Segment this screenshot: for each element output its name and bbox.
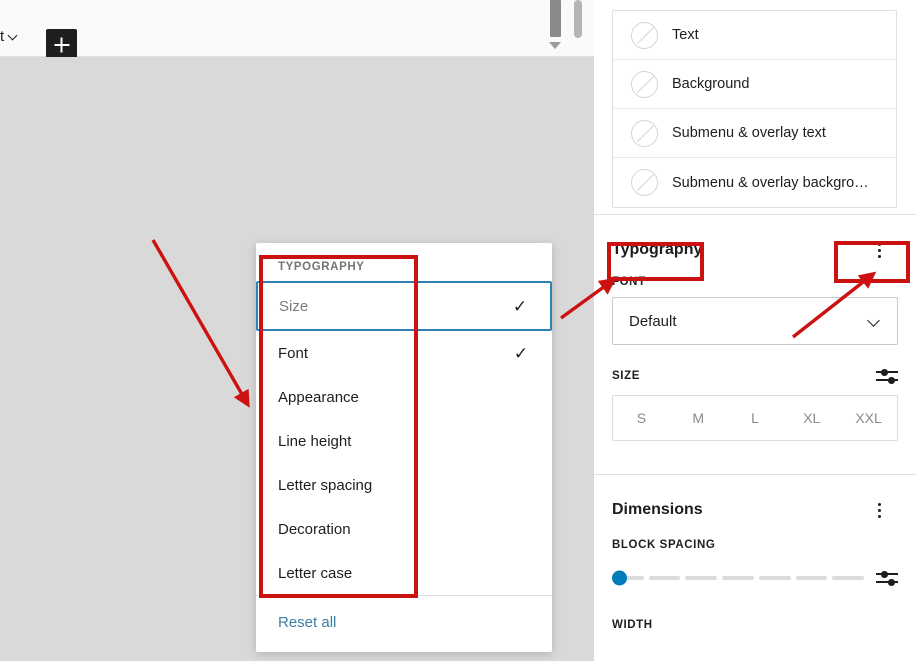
font-field-label: FONT (612, 276, 646, 288)
tool-item-label: Letter spacing (278, 476, 373, 494)
popover-heading: TYPOGRAPHY (278, 261, 365, 273)
color-row-label: Submenu & overlay text (672, 125, 826, 141)
tool-item-label: Line height (278, 432, 352, 450)
chevron-down-icon (8, 31, 19, 42)
typography-more-options-icon[interactable] (867, 237, 891, 263)
breadcrumb-label: t (0, 28, 5, 45)
empty-swatch-icon (631, 169, 658, 196)
block-spacing-label: BLOCK SPACING (612, 539, 716, 551)
breadcrumb[interactable]: t (0, 29, 19, 44)
tool-item-label: Font (278, 344, 309, 362)
font-size-option-group: S M L XL XXL (612, 395, 898, 441)
size-sliders-icon[interactable] (876, 367, 898, 385)
typography-tool-line-height[interactable]: Line height (256, 419, 552, 463)
inner-scrollbar-thumb[interactable] (550, 0, 561, 37)
check-icon: ✓ (513, 343, 529, 363)
dot (877, 514, 881, 518)
dimensions-panel: Dimensions BLOCK SPACING WIDTH (594, 475, 916, 631)
typography-tool-font[interactable]: Font ✓ (256, 331, 552, 375)
font-size-option-s[interactable]: S (613, 396, 670, 440)
dimensions-panel-header: Dimensions (594, 475, 916, 523)
typography-tool-appearance[interactable]: Appearance (256, 375, 552, 419)
tool-item-label: Size (279, 297, 309, 315)
dot (877, 502, 881, 506)
empty-swatch-icon (631, 21, 658, 49)
font-select-value: Default (629, 312, 677, 330)
block-spacing-slider[interactable] (612, 569, 865, 587)
scroll-down-arrow-icon[interactable] (549, 42, 561, 49)
bar (876, 379, 898, 382)
plus-icon (54, 43, 69, 46)
typography-tool-decoration[interactable]: Decoration (256, 507, 552, 551)
typography-tool-letter-case[interactable]: Letter case (256, 551, 552, 595)
tool-item-label: Decoration (278, 520, 351, 538)
tool-item-label: Appearance (278, 388, 359, 406)
color-row-background[interactable]: Background (613, 60, 896, 109)
check-icon: ✓ (512, 296, 528, 316)
font-select[interactable]: Default (612, 297, 898, 345)
popover-footer: Reset all (256, 595, 552, 652)
font-size-option-xxl[interactable]: XXL (840, 396, 897, 440)
slider-segment (832, 576, 865, 580)
block-spacing-row (594, 569, 916, 587)
font-size-option-xl[interactable]: XL (783, 396, 840, 440)
editor-top-toolbar: t (0, 0, 594, 60)
color-row-submenu-overlay-backgro[interactable]: Submenu & overlay backgro… (613, 158, 896, 207)
dot (877, 248, 881, 252)
size-label-row: SIZE (594, 367, 916, 385)
block-spacing-sliders-icon[interactable] (876, 569, 898, 587)
color-row-label: Text (672, 27, 699, 43)
color-row-label: Background (672, 76, 750, 92)
slider-segments (612, 576, 865, 580)
reset-all-button[interactable]: Reset all (278, 614, 336, 631)
color-row-submenu-overlay-text[interactable]: Submenu & overlay text (613, 109, 896, 158)
popover-item-list: Size ✓ Font ✓ Appearance Line height Letter sp… (256, 281, 552, 595)
typography-tools-popover: TYPOGRAPHY Size ✓ Font ✓ Appearance Line heig… (256, 243, 552, 652)
typography-tool-size[interactable]: Size ✓ (256, 281, 552, 331)
bar (876, 581, 898, 584)
typography-panel: Typography FONT Default SIZE S M L XL XXL (594, 215, 916, 441)
slider-segment (685, 576, 718, 580)
typography-tool-letter-spacing[interactable]: Letter spacing (256, 463, 552, 507)
font-size-option-l[interactable]: L (727, 396, 784, 440)
add-block-button[interactable] (46, 29, 77, 60)
tool-item-label: Letter case (278, 564, 353, 582)
dimensions-more-options-icon[interactable] (867, 497, 891, 523)
dot (877, 508, 881, 512)
width-label: WIDTH (612, 619, 653, 631)
knob (888, 579, 895, 586)
slider-segment (758, 576, 791, 580)
knob (881, 369, 888, 376)
dot (877, 242, 881, 246)
dimensions-panel-title: Dimensions (612, 501, 703, 518)
block-spacing-thumb[interactable] (612, 570, 627, 586)
font-size-option-m[interactable]: M (670, 396, 727, 440)
empty-swatch-icon (631, 119, 658, 147)
knob (881, 571, 888, 578)
slider-segment (795, 576, 828, 580)
typography-panel-title: Typography (612, 241, 703, 258)
size-field-label: SIZE (612, 370, 640, 382)
settings-sidebar: Text Background Submenu & overlay text Subm… (594, 0, 916, 661)
outer-scrollbar-thumb[interactable] (574, 0, 582, 38)
slider-segment (648, 576, 681, 580)
knob (888, 377, 895, 384)
color-row-label: Submenu & overlay backgro… (672, 174, 869, 191)
color-settings-card: Text Background Submenu & overlay text Subm… (612, 10, 897, 208)
typography-panel-header: Typography (594, 215, 916, 263)
dot (877, 254, 881, 258)
chevron-down-icon (869, 316, 879, 326)
slider-segment (722, 576, 754, 580)
color-row-text[interactable]: Text (613, 11, 896, 60)
empty-swatch-icon (631, 70, 658, 98)
